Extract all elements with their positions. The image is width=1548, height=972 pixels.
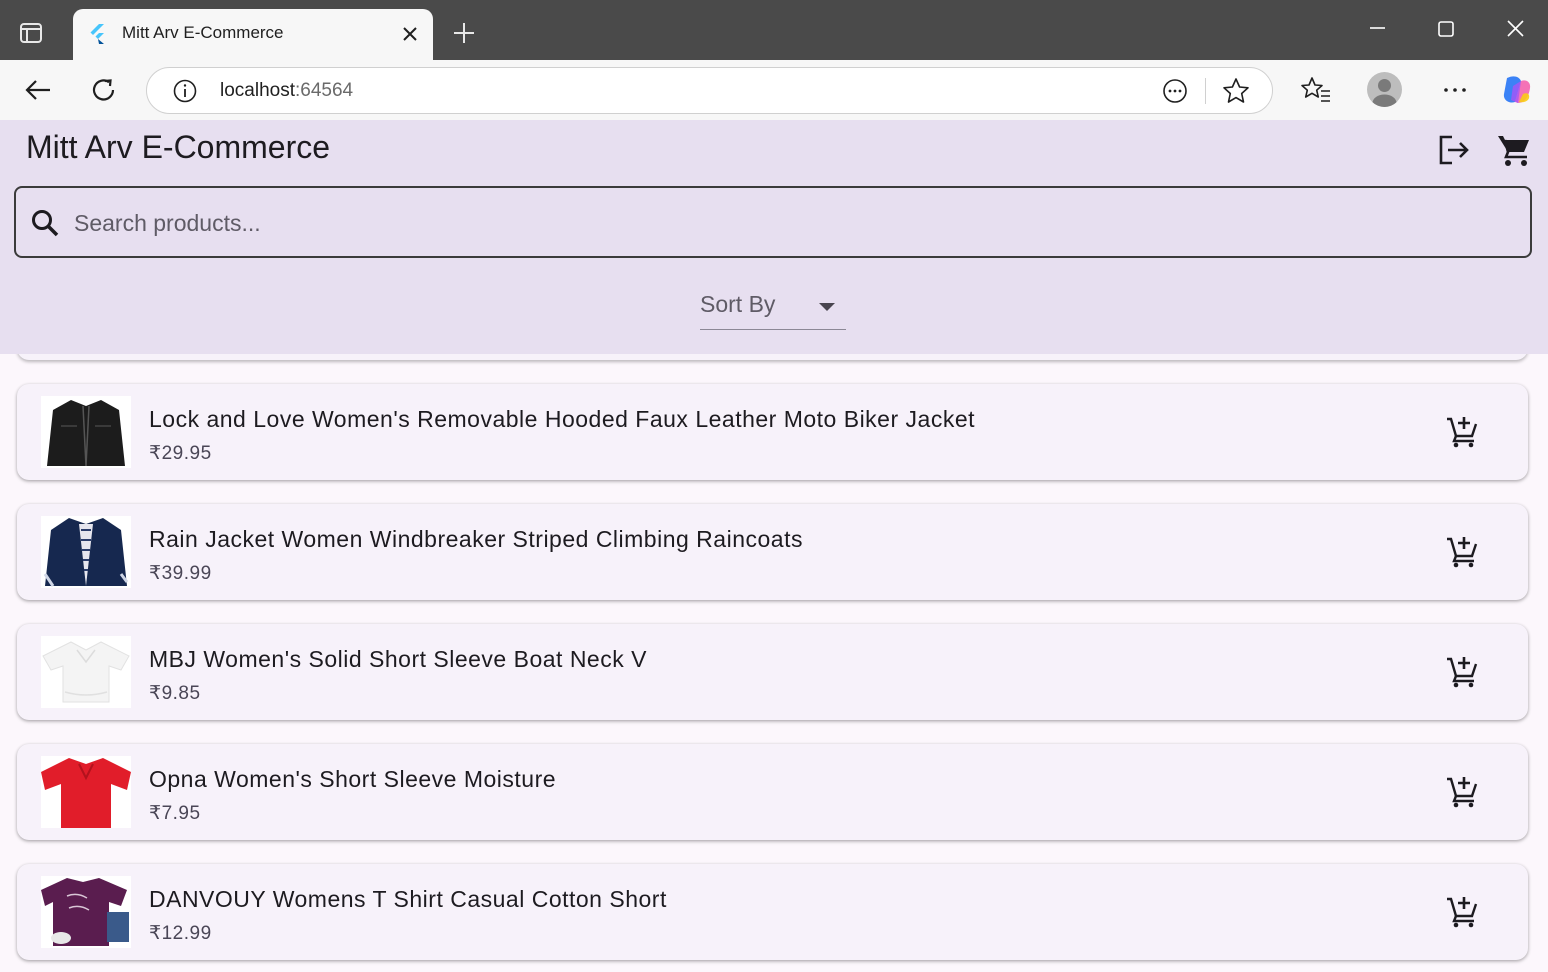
url-text[interactable]: localhost:64564 xyxy=(220,80,353,102)
add-to-cart-icon[interactable] xyxy=(1445,894,1479,928)
tab-actions-icon[interactable] xyxy=(18,20,44,46)
flutter-icon xyxy=(87,23,107,45)
list-item[interactable]: MBJ Women's Solid Short Sleeve Boat Neck… xyxy=(17,624,1528,720)
reading-mode-icon[interactable] xyxy=(1161,77,1189,105)
search-input[interactable] xyxy=(74,204,1474,242)
product-price: ₹12.99 xyxy=(149,923,212,944)
sort-dropdown[interactable]: Sort By xyxy=(700,286,846,330)
favorites-icon[interactable] xyxy=(1300,74,1332,106)
product-name[interactable]: DANVOUY Womens T Shirt Casual Cotton Sho… xyxy=(149,886,667,913)
cart-icon[interactable] xyxy=(1494,130,1534,170)
new-tab-icon[interactable] xyxy=(450,19,478,47)
address-bar[interactable]: localhost:64564 xyxy=(146,67,1273,114)
info-icon[interactable] xyxy=(171,77,199,105)
app-title: Mitt Arv E-Commerce xyxy=(26,129,331,165)
app-header: Mitt Arv E-Commerce Sort By xyxy=(0,120,1548,354)
product-price: ₹29.95 xyxy=(149,443,212,464)
list-item[interactable]: Rain Jacket Women Windbreaker Striped Cl… xyxy=(17,504,1528,600)
product-price: ₹39.99 xyxy=(149,563,212,584)
add-to-cart-icon[interactable] xyxy=(1445,774,1479,808)
window-close-icon[interactable] xyxy=(1499,14,1531,46)
list-item[interactable]: Lock and Love Women's Removable Hooded F… xyxy=(17,384,1528,480)
product-name[interactable]: Rain Jacket Women Windbreaker Striped Cl… xyxy=(149,526,803,553)
maximize-icon[interactable] xyxy=(1430,14,1462,46)
product-name[interactable]: Lock and Love Women's Removable Hooded F… xyxy=(149,406,975,433)
url-port: :64564 xyxy=(295,80,354,101)
logout-icon[interactable] xyxy=(1434,130,1474,170)
product-image xyxy=(41,756,131,828)
browser-tab[interactable]: Mitt Arv E-Commerce xyxy=(73,9,433,60)
url-host: localhost xyxy=(220,80,295,101)
chevron-down-icon xyxy=(818,300,836,312)
product-list[interactable]: Lock and Love Women's Removable Hooded F… xyxy=(0,354,1548,972)
product-price: ₹9.85 xyxy=(149,683,201,704)
product-name[interactable]: MBJ Women's Solid Short Sleeve Boat Neck… xyxy=(149,646,647,673)
tab-title: Mitt Arv E-Commerce xyxy=(122,23,284,42)
search-field[interactable] xyxy=(14,186,1532,258)
list-item[interactable]: Opna Women's Short Sleeve Moisture ₹7.95 xyxy=(17,744,1528,840)
browser-toolbar: localhost:64564 xyxy=(0,60,1548,120)
search-icon xyxy=(30,208,60,238)
minimize-icon[interactable] xyxy=(1361,14,1393,46)
product-price: ₹7.95 xyxy=(149,803,201,824)
add-to-cart-icon[interactable] xyxy=(1445,654,1479,688)
back-icon[interactable] xyxy=(22,74,54,106)
close-icon[interactable] xyxy=(401,25,419,43)
product-image xyxy=(41,516,131,588)
product-image xyxy=(41,396,131,468)
add-to-cart-icon[interactable] xyxy=(1445,534,1479,568)
more-icon[interactable] xyxy=(1439,74,1471,106)
list-item[interactable] xyxy=(17,354,1528,360)
sort-label: Sort By xyxy=(700,291,776,317)
browser-titlebar: Mitt Arv E-Commerce xyxy=(0,0,1548,60)
reload-icon[interactable] xyxy=(88,74,120,106)
list-item[interactable]: DANVOUY Womens T Shirt Casual Cotton Sho… xyxy=(17,864,1528,960)
product-image xyxy=(41,636,131,708)
copilot-icon[interactable] xyxy=(1499,72,1535,108)
star-icon[interactable] xyxy=(1221,76,1251,106)
product-name[interactable]: Opna Women's Short Sleeve Moisture xyxy=(149,766,556,793)
product-image xyxy=(41,876,131,948)
address-divider xyxy=(1205,78,1206,104)
profile-avatar[interactable] xyxy=(1367,72,1402,107)
add-to-cart-icon[interactable] xyxy=(1445,414,1479,448)
